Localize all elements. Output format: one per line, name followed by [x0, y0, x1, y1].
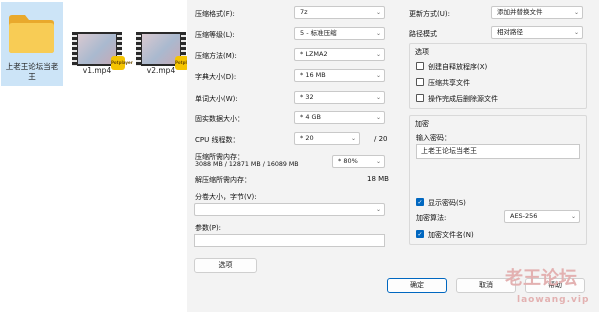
encrypt-names-checkbox[interactable]: ✓ — [416, 230, 424, 238]
compression-level-select[interactable]: 5 - 标准压缩 ⌄ — [294, 27, 385, 40]
dictionary-size-label: 字典大小(D): — [195, 73, 237, 81]
create-sfx-label: 创建自释放程序(X) — [428, 63, 488, 71]
memory-usage-select[interactable]: * 80% ⌄ — [332, 155, 385, 168]
chevron-down-icon: ⌄ — [375, 158, 381, 165]
parameters-input[interactable] — [194, 234, 385, 247]
chevron-down-icon: ⌄ — [375, 30, 381, 37]
chevron-down-icon: ⌄ — [375, 94, 381, 101]
chevron-down-icon: ⌄ — [375, 51, 381, 58]
options-group: 选项 创建自释放程序(X) 压缩共享文件 操作完成后删除源文件 — [409, 43, 587, 109]
video-file-item[interactable]: Potplayer v2.mp4 — [130, 2, 197, 86]
video-thumbnail: Potplayer — [72, 32, 133, 70]
cpu-threads-select[interactable]: * 20 ⌄ — [294, 132, 360, 145]
options-group-title: 选项 — [415, 48, 429, 56]
cpu-threads-total: / 20 — [374, 135, 388, 143]
watermark-url: laowang.vip — [517, 295, 590, 305]
file-name: v1.mp4 — [82, 66, 112, 75]
show-password-checkbox[interactable]: ✓ — [416, 198, 424, 206]
ok-button[interactable]: 确定 — [387, 278, 447, 293]
update-mode-label: 更新方式(U): — [409, 10, 450, 18]
encryption-group-title: 加密 — [415, 120, 429, 128]
cpu-threads-label: CPU 线程数： — [195, 136, 240, 144]
memory-decompress-value: 18 MB — [367, 175, 389, 183]
memory-decompress-label: 解压缩所需内存： — [195, 176, 251, 184]
memory-compress-detail: 3088 MB / 12871 MB / 16089 MB — [195, 161, 299, 168]
encryption-method-select[interactable]: AES-256 ⌄ — [504, 210, 580, 223]
compression-method-label: 压缩方法(M): — [195, 52, 237, 60]
password-input[interactable]: 上老王论坛当老王 — [416, 144, 580, 159]
update-mode-select[interactable]: 添加并替换文件 ⌄ — [491, 6, 583, 19]
chevron-down-icon: ⌄ — [350, 135, 356, 142]
encryption-group: 加密 输入密码： 上老王论坛当老王 ✓ 显示密码(S) 加密算法: AES-25… — [409, 115, 587, 245]
archive-format-label: 压缩格式(F): — [195, 10, 235, 18]
solid-block-size-label: 固实数据大小： — [195, 115, 244, 123]
dictionary-size-select[interactable]: * 16 MB ⌄ — [294, 69, 385, 82]
compress-shared-label: 压缩共享文件 — [428, 79, 470, 87]
chevron-down-icon: ⌄ — [375, 9, 381, 16]
options-button[interactable]: 选项 — [194, 258, 257, 273]
archive-format-select[interactable]: 7z ⌄ — [294, 6, 385, 19]
chevron-down-icon: ⌄ — [375, 72, 381, 79]
delete-after-label: 操作完成后删除源文件 — [428, 95, 498, 103]
watermark-title: 老王论坛 — [505, 268, 577, 289]
path-mode-select[interactable]: 相对路径 ⌄ — [491, 26, 583, 39]
video-thumbnail: Potplayer — [136, 32, 197, 70]
split-volume-label: 分卷大小，字节(V): — [195, 193, 257, 201]
compression-level-label: 压缩等级(L): — [195, 31, 235, 39]
solid-block-size-select[interactable]: * 4 GB ⌄ — [294, 111, 385, 124]
path-mode-label: 路径模式 — [409, 30, 437, 38]
chevron-down-icon: ⌄ — [375, 114, 381, 121]
video-file-item[interactable]: Potplayer v1.mp4 — [66, 2, 133, 86]
file-explorer: 上老王论坛当老王 Potplayer v1.mp4 Potplayer v2.m… — [0, 0, 197, 312]
word-size-select[interactable]: * 32 ⌄ — [294, 91, 385, 104]
delete-after-checkbox[interactable] — [416, 94, 424, 102]
create-sfx-checkbox[interactable] — [416, 62, 424, 70]
compression-method-select[interactable]: * LZMA2 ⌄ — [294, 48, 385, 61]
chevron-down-icon: ⌄ — [573, 9, 579, 16]
show-password-label: 显示密码(S) — [428, 199, 466, 207]
chevron-down-icon: ⌄ — [570, 213, 576, 220]
encryption-method-label: 加密算法: — [416, 214, 447, 222]
encrypt-names-label: 加密文件名(N) — [428, 231, 474, 239]
chevron-down-icon: ⌄ — [573, 29, 579, 36]
file-name: v2.mp4 — [146, 66, 176, 75]
folder-item[interactable]: 上老王论坛当老王 — [1, 2, 63, 86]
chevron-down-icon: ⌄ — [375, 206, 381, 213]
parameters-label: 参数(P): — [195, 224, 222, 232]
word-size-label: 单词大小(W): — [195, 95, 238, 103]
split-volume-select[interactable]: ⌄ — [194, 203, 385, 216]
folder-name: 上老王论坛当老王 — [5, 62, 59, 81]
compress-shared-checkbox[interactable] — [416, 78, 424, 86]
folder-icon — [9, 15, 54, 53]
password-label: 输入密码： — [416, 134, 451, 142]
